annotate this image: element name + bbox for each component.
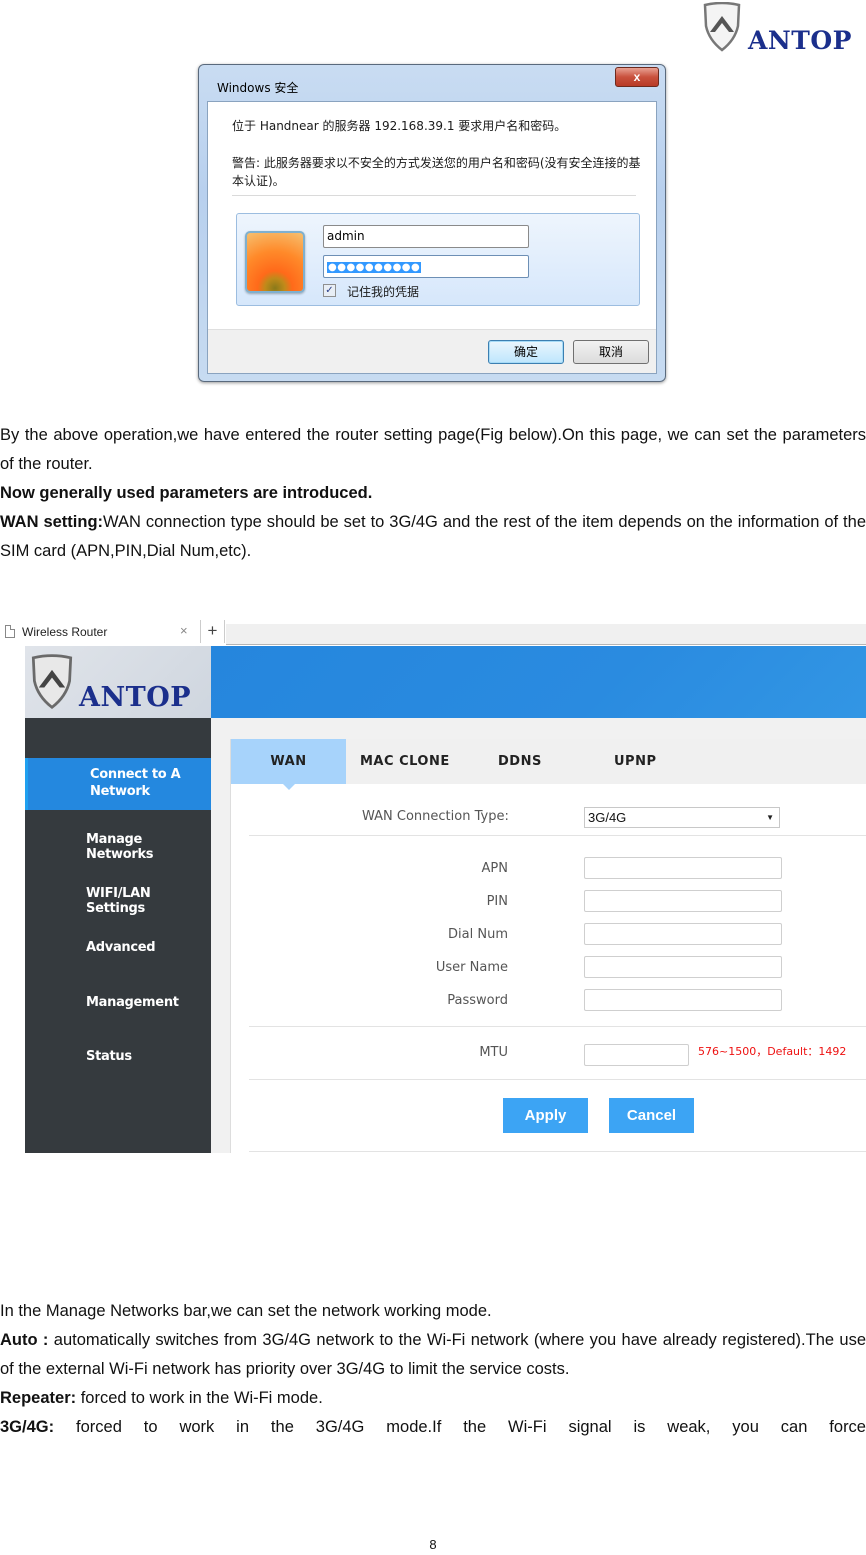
password-input[interactable] [584,989,782,1011]
repeater-mode-description: Repeater: forced to work in the Wi-Fi mo… [0,1384,866,1413]
remember-label: 记住我的凭据 [347,285,420,299]
brand-logo: ANTOP [700,2,866,55]
page-icon [5,625,15,638]
auto-mode-label: Auto : [0,1331,49,1349]
divider [249,1079,866,1080]
main-panel: WAN MAC CLONE DDNS UPNP WAN Connection T… [230,739,866,1153]
3g4g-mode-label: 3G/4G: [0,1418,55,1436]
tab-bar: WAN MAC CLONE DDNS UPNP [231,739,866,790]
wan-type-label: WAN Connection Type: [362,809,509,824]
repeater-mode-text: forced to work in the Wi-Fi mode. [76,1389,323,1407]
mtu-hint: 576~1500，Default：1492 [698,1045,847,1058]
close-icon: x [633,70,641,84]
windows-security-dialog: Windows 安全 x 位于 Handnear 的服务器 192.168.39… [198,64,666,382]
tab-mac-clone[interactable]: MAC CLONE [360,739,450,784]
network-mode-paragraph: In the Manage Networks bar,we can set th… [0,1297,866,1442]
sidebar-item-label: Advanced [86,940,156,955]
divider [232,195,636,196]
pin-input[interactable] [584,890,782,912]
close-button[interactable]: x [615,67,659,87]
dialog-body: 位于 Handnear 的服务器 192.168.39.1 要求用户名和密码。 … [207,101,657,374]
router-logo: ANTOP [25,646,211,718]
password-value: ●●●●●●●●●● [327,262,422,273]
dropdown-arrow-icon: ▼ [766,813,774,822]
wan-type-select[interactable]: 3G/4G ▼ [584,807,780,828]
browser-tab[interactable]: Wireless Router × [0,620,200,646]
new-tab-button[interactable]: + [200,620,225,643]
paragraph-text: In the Manage Networks bar,we can set th… [0,1302,492,1320]
dialog-title: Windows 安全 [217,81,299,95]
sidebar-item-label: WIFI/LAN Settings [86,886,151,916]
page-number: 8 [429,1537,437,1552]
brand-name: ANTOP [748,26,852,55]
tab-wan[interactable]: WAN [231,739,346,790]
wan-setting-text: WAN connection type should be set to 3G/… [0,513,866,560]
sidebar-item-label: Manage Networks [86,832,154,862]
dialog-warning: 警告: 此服务器要求以不安全的方式发送您的用户名和密码(没有安全连接的基本认证)… [232,156,641,188]
dialog-message: 位于 Handnear 的服务器 192.168.39.1 要求用户名和密码。 [232,119,567,133]
browser-tab-bar: Wireless Router × + [0,620,866,646]
pin-label: PIN [486,894,508,909]
wan-setting-label: WAN setting: [0,513,104,531]
user-avatar-icon [245,231,305,293]
section-heading: Now generally used parameters are introd… [0,479,866,508]
dial-num-label: Dial Num [448,927,508,942]
ok-button[interactable]: 确定 [488,340,564,364]
tab-close-icon[interactable]: × [180,623,188,638]
password-input[interactable]: ●●●●●●●●●● [323,255,529,278]
cancel-button[interactable]: Cancel [609,1098,694,1133]
password-label: Password [447,993,508,1008]
repeater-mode-label: Repeater: [0,1389,77,1407]
mtu-label: MTU [479,1045,508,1060]
cancel-button[interactable]: 取消 [573,340,649,364]
sidebar-item-label: Status [86,1049,132,1064]
paragraph-text: By the above operation,we have entered t… [0,426,866,473]
bold-text: Now generally used parameters are introd… [0,484,373,502]
tab-upnp[interactable]: UPNP [614,739,657,784]
divider [249,1151,866,1152]
sidebar-item-label: Connect to A Network [90,767,181,799]
mtu-input[interactable] [584,1044,689,1066]
dial-num-input[interactable] [584,923,782,945]
tab-strip [226,624,866,645]
divider [249,1026,866,1027]
wan-type-value: 3G/4G [588,810,627,825]
auto-mode-text: automatically switches from 3G/4G networ… [0,1331,866,1378]
header-banner [211,646,866,718]
sidebar-item-label: Management [86,995,179,1010]
username-label: User Name [435,960,508,975]
username-input[interactable]: admin [323,225,529,248]
shield-logo-icon [703,2,741,52]
apply-button[interactable]: Apply [503,1098,588,1133]
apn-input[interactable] [584,857,782,879]
router-brand-name: ANTOP [79,682,192,713]
router-admin-page: ANTOP Connect to A Network Manage Networ… [25,646,866,1153]
tab-title: Wireless Router [22,625,108,639]
remember-checkbox[interactable]: ✓ [323,284,336,297]
wan-setting-paragraph: WAN setting:WAN connection type should b… [0,508,866,566]
shield-logo-icon [31,654,73,710]
dialog-footer: 确定 取消 [208,329,656,373]
divider [249,835,866,836]
3g4g-mode-description: 3G/4G: forced to work in the 3G/4G mode.… [0,1413,866,1442]
apn-label: APN [481,861,508,876]
intro-paragraph: By the above operation,we have entered t… [0,421,866,566]
auto-mode-description: Auto : automatically switches from 3G/4G… [0,1326,866,1384]
sidebar-item-connect[interactable]: Connect to A Network [25,758,211,810]
username-input[interactable] [584,956,782,978]
credential-tile: admin ●●●●●●●●●● ✓ 记住我的凭据 [236,213,640,306]
3g4g-mode-text: forced to work in the 3G/4G mode.If the … [54,1418,866,1436]
sidebar: Connect to A Network Manage Networks WIF… [25,718,211,1153]
tab-ddns[interactable]: DDNS [498,739,542,784]
